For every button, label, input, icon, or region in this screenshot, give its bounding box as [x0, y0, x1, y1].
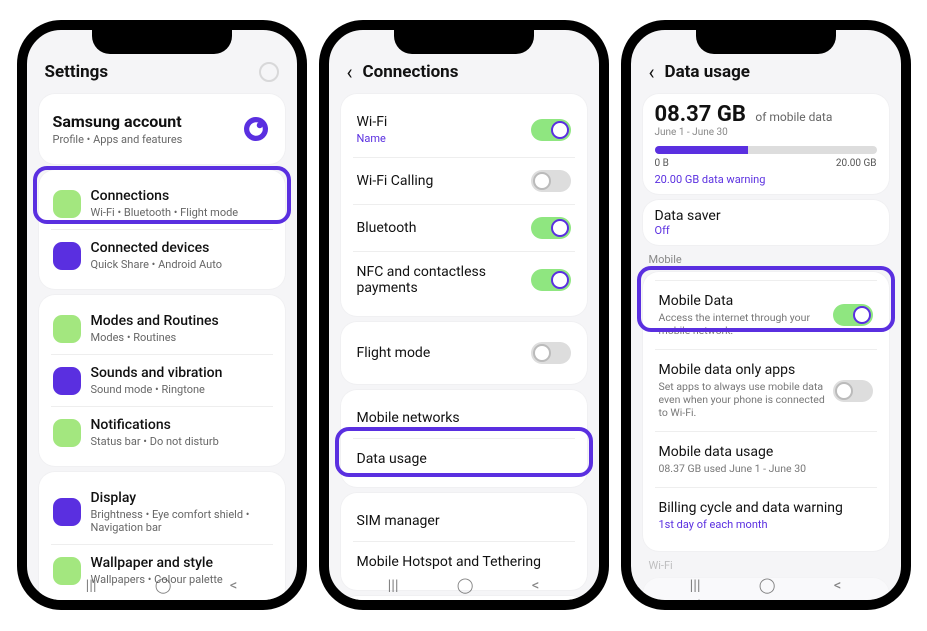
- row-flight-mode[interactable]: Flight mode: [353, 330, 575, 376]
- connections-group-wireless: Wi-Fi Name Wi-Fi Calling Bluetooth NFC a…: [341, 94, 587, 316]
- page-title: Connections: [363, 62, 459, 82]
- nav-back-icon[interactable]: <: [532, 576, 540, 594]
- account-logo-icon: [241, 114, 271, 144]
- nav-back-icon[interactable]: <: [230, 576, 238, 594]
- bluetooth-toggle[interactable]: [531, 217, 571, 239]
- sounds-icon: [53, 367, 81, 395]
- settings-item-sounds[interactable]: Sounds and vibration Sound mode • Ringto…: [51, 354, 273, 406]
- usage-progress-bar: [655, 146, 877, 154]
- modes-icon: [53, 315, 81, 343]
- wifi-toggle[interactable]: [531, 119, 571, 141]
- row-data-usage[interactable]: Data usage: [353, 438, 575, 479]
- phone-settings: Settings Samsung account Profile • Apps …: [17, 20, 307, 610]
- mobile-data-only-apps-toggle[interactable]: [833, 380, 873, 402]
- page-title: Data usage: [665, 62, 750, 82]
- settings-item-display[interactable]: Display Brightness • Eye comfort shield …: [51, 480, 273, 544]
- page-title: Settings: [45, 62, 109, 82]
- connections-group-network: Mobile networks Data usage: [341, 390, 587, 487]
- connections-group-more: More connection settings: [341, 596, 587, 600]
- nfc-toggle[interactable]: [531, 269, 571, 291]
- section-mobile-label: Mobile: [649, 253, 889, 266]
- nav-home-icon[interactable]: ◯: [759, 576, 776, 594]
- nav-home-icon[interactable]: ◯: [457, 576, 474, 594]
- row-nfc[interactable]: NFC and contactless payments: [353, 251, 575, 308]
- nav-recents-icon[interactable]: |||: [86, 576, 97, 594]
- flight-mode-toggle[interactable]: [531, 342, 571, 364]
- settings-item-connected-devices[interactable]: Connected devices Quick Share • Android …: [51, 229, 273, 281]
- row-wifi-calling[interactable]: Wi-Fi Calling: [353, 157, 575, 204]
- display-icon: [53, 498, 81, 526]
- phone-data-usage: ‹ Data usage 08.37 GB of mobile data Jun…: [621, 20, 911, 610]
- nav-home-icon[interactable]: ◯: [155, 576, 172, 594]
- connections-icon: [53, 190, 81, 218]
- mobile-data-toggle[interactable]: [833, 304, 873, 326]
- row-mobile-data-usage[interactable]: Mobile data usage 08.37 GB used June 1 -…: [655, 431, 877, 487]
- usage-amount-suffix: of mobile data: [755, 110, 832, 124]
- row-mobile-data-only-apps[interactable]: Mobile data only apps Set apps to always…: [655, 349, 877, 431]
- back-icon[interactable]: ‹: [649, 62, 655, 82]
- settings-item-modes[interactable]: Modes and Routines Modes • Routines: [51, 303, 273, 354]
- usage-bar-min: 0 B: [655, 158, 669, 169]
- settings-item-connections[interactable]: Connections Wi-Fi • Bluetooth • Flight m…: [51, 178, 273, 229]
- phone-notch: [696, 28, 836, 54]
- account-title: Samsung account: [53, 112, 183, 131]
- account-subtitle: Profile • Apps and features: [53, 133, 183, 146]
- settings-item-notifications[interactable]: Notifications Status bar • Do not distur…: [51, 406, 273, 458]
- android-navbar: ||| ◯ <: [27, 576, 297, 594]
- nav-recents-icon[interactable]: |||: [690, 576, 701, 594]
- android-navbar: ||| ◯ <: [631, 576, 901, 594]
- row-billing-cycle[interactable]: Billing cycle and data warning 1st day o…: [655, 487, 877, 543]
- usage-amount: 08.37 GB: [655, 102, 746, 127]
- row-sim-manager[interactable]: SIM manager: [353, 501, 575, 541]
- connections-group-flightmode: Flight mode: [341, 322, 587, 384]
- nav-back-icon[interactable]: <: [834, 576, 842, 594]
- usage-bar-max: 20.00 GB: [836, 158, 877, 169]
- usage-summary-card: 08.37 GB of mobile data June 1 - June 30…: [643, 94, 889, 194]
- row-mobile-networks[interactable]: Mobile networks: [353, 398, 575, 438]
- notifications-icon: [53, 419, 81, 447]
- row-wifi[interactable]: Wi-Fi Name: [353, 102, 575, 157]
- nav-recents-icon[interactable]: |||: [388, 576, 399, 594]
- row-bluetooth[interactable]: Bluetooth: [353, 204, 575, 251]
- samsung-account-card[interactable]: Samsung account Profile • Apps and featu…: [39, 94, 285, 164]
- wifi-calling-toggle[interactable]: [531, 170, 571, 192]
- phone-connections: ‹ Connections Wi-Fi Name Wi-Fi Calling B…: [319, 20, 609, 610]
- settings-group-connections: Connections Wi-Fi • Bluetooth • Flight m…: [39, 170, 285, 289]
- usage-warning: 20.00 GB data warning: [655, 173, 877, 186]
- android-navbar: ||| ◯ <: [329, 576, 599, 594]
- connected-devices-icon: [53, 242, 81, 270]
- section-wifi-label: Wi-Fi: [649, 559, 889, 572]
- back-icon[interactable]: ‹: [347, 62, 353, 82]
- phone-notch: [394, 28, 534, 54]
- usage-period: June 1 - June 30: [655, 127, 877, 138]
- search-icon[interactable]: [259, 62, 279, 82]
- mobile-section-card: Mobile Data Access the internet through …: [643, 272, 889, 551]
- phone-notch: [92, 28, 232, 54]
- data-saver-card[interactable]: Data saver Off: [643, 200, 889, 245]
- row-mobile-data[interactable]: Mobile Data Access the internet through …: [655, 280, 877, 349]
- settings-group-modes: Modes and Routines Modes • Routines Soun…: [39, 295, 285, 466]
